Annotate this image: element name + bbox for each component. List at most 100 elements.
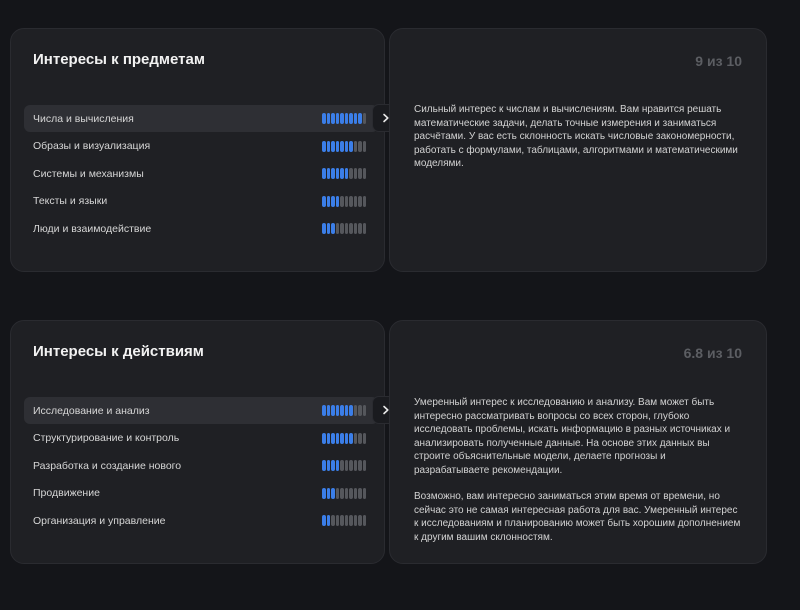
level-segment bbox=[326, 168, 330, 179]
level-segment bbox=[340, 168, 344, 179]
level-segment bbox=[349, 487, 353, 499]
level-segment bbox=[362, 113, 366, 124]
interest-row[interactable]: Системы и механизмы bbox=[24, 160, 378, 187]
level-segment bbox=[326, 432, 330, 444]
level-segment bbox=[349, 223, 353, 234]
level-segment bbox=[358, 223, 362, 234]
level-segment bbox=[326, 460, 330, 471]
interest-row[interactable]: Образы и визуализация bbox=[24, 133, 378, 160]
level-segment bbox=[353, 487, 357, 499]
level-segment bbox=[344, 113, 348, 124]
level-segment bbox=[335, 515, 339, 526]
level-segment bbox=[362, 432, 366, 444]
level-segment bbox=[358, 487, 362, 499]
level-segment bbox=[335, 487, 339, 499]
level-segment bbox=[353, 405, 357, 416]
level-segment bbox=[344, 168, 348, 179]
level-segment bbox=[340, 113, 344, 124]
level-segment bbox=[335, 168, 339, 179]
level-segment bbox=[340, 515, 344, 526]
level-segment bbox=[353, 140, 357, 152]
level-segment bbox=[353, 113, 357, 124]
level-segment bbox=[331, 113, 335, 124]
level-segment bbox=[358, 432, 362, 444]
level-segment bbox=[335, 432, 339, 444]
level-segment bbox=[344, 223, 348, 234]
description-paragraph: Возможно, вам интересно заниматься этим … bbox=[414, 491, 741, 543]
level-segment bbox=[322, 195, 326, 207]
interest-row[interactable]: Структурирование и контроль bbox=[24, 425, 378, 452]
level-segment bbox=[344, 432, 348, 444]
interest-label: Продвижение bbox=[33, 487, 100, 499]
level-meter bbox=[322, 460, 366, 471]
interest-row[interactable]: Исследование и анализ bbox=[24, 397, 378, 424]
level-segment bbox=[349, 515, 353, 526]
level-segment bbox=[322, 223, 326, 234]
interest-row[interactable]: Разработка и создание нового bbox=[24, 452, 378, 479]
level-meter bbox=[322, 405, 366, 416]
interest-label: Структурирование и контроль bbox=[33, 432, 180, 444]
description-paragraph: Сильный интерес к числам и вычислениям. … bbox=[414, 104, 738, 169]
level-segment bbox=[340, 487, 344, 499]
actions-detail-card: 6.8 из 10 Умеренный интерес к исследован… bbox=[389, 320, 767, 564]
level-segment bbox=[322, 487, 326, 499]
level-segment bbox=[362, 223, 366, 234]
level-segment bbox=[331, 487, 335, 499]
level-segment bbox=[340, 195, 344, 207]
level-segment bbox=[362, 405, 366, 416]
interest-row[interactable]: Продвижение bbox=[24, 480, 378, 507]
level-segment bbox=[322, 113, 326, 124]
level-meter bbox=[322, 487, 366, 499]
level-segment bbox=[358, 515, 362, 526]
level-segment bbox=[344, 405, 348, 416]
level-segment bbox=[331, 405, 335, 416]
level-meter bbox=[322, 195, 366, 207]
level-segment bbox=[335, 195, 339, 207]
level-segment bbox=[349, 113, 353, 124]
interest-row[interactable]: Тексты и языки bbox=[24, 188, 378, 215]
level-segment bbox=[362, 140, 366, 152]
level-meter bbox=[322, 140, 366, 152]
level-segment bbox=[358, 168, 362, 179]
level-segment bbox=[331, 195, 335, 207]
interest-label: Числа и вычисления bbox=[33, 112, 134, 125]
subjects-card: Интересы к предметам Числа и вычисления О… bbox=[10, 28, 385, 272]
level-segment bbox=[358, 113, 362, 124]
level-segment bbox=[322, 432, 326, 444]
score-label: 6.8 из 10 bbox=[683, 345, 742, 361]
level-segment bbox=[326, 405, 330, 416]
level-segment bbox=[358, 140, 362, 152]
description: Умеренный интерес к исследованию и анали… bbox=[414, 396, 742, 557]
level-segment bbox=[340, 140, 344, 152]
level-segment bbox=[349, 432, 353, 444]
level-segment bbox=[335, 405, 339, 416]
level-segment bbox=[326, 113, 330, 124]
level-segment bbox=[331, 168, 335, 179]
interest-label: Люди и взаимодействие bbox=[33, 222, 152, 235]
subjects-detail-card: 9 из 10 Сильный интерес к числам и вычис… bbox=[389, 28, 767, 272]
level-segment bbox=[353, 460, 357, 471]
level-segment bbox=[349, 168, 353, 179]
level-segment bbox=[358, 460, 362, 471]
level-segment bbox=[362, 195, 366, 207]
interest-label: Исследование и анализ bbox=[33, 404, 150, 417]
level-segment bbox=[322, 168, 326, 179]
level-segment bbox=[335, 460, 339, 471]
level-segment bbox=[331, 140, 335, 152]
level-segment bbox=[349, 140, 353, 152]
level-meter bbox=[322, 168, 366, 179]
level-segment bbox=[353, 432, 357, 444]
level-segment bbox=[340, 460, 344, 471]
level-segment bbox=[362, 515, 366, 526]
level-segment bbox=[340, 223, 344, 234]
level-segment bbox=[326, 195, 330, 207]
level-meter bbox=[322, 223, 366, 234]
level-segment bbox=[326, 223, 330, 234]
level-segment bbox=[353, 168, 357, 179]
level-segment bbox=[344, 140, 348, 152]
level-segment bbox=[326, 487, 330, 499]
interest-row[interactable]: Люди и взаимодействие bbox=[24, 215, 378, 242]
interest-row[interactable]: Числа и вычисления bbox=[24, 105, 378, 132]
interest-row[interactable]: Организация и управление bbox=[24, 507, 378, 534]
actions-list: Исследование и анализ Структурирование и … bbox=[24, 397, 378, 535]
